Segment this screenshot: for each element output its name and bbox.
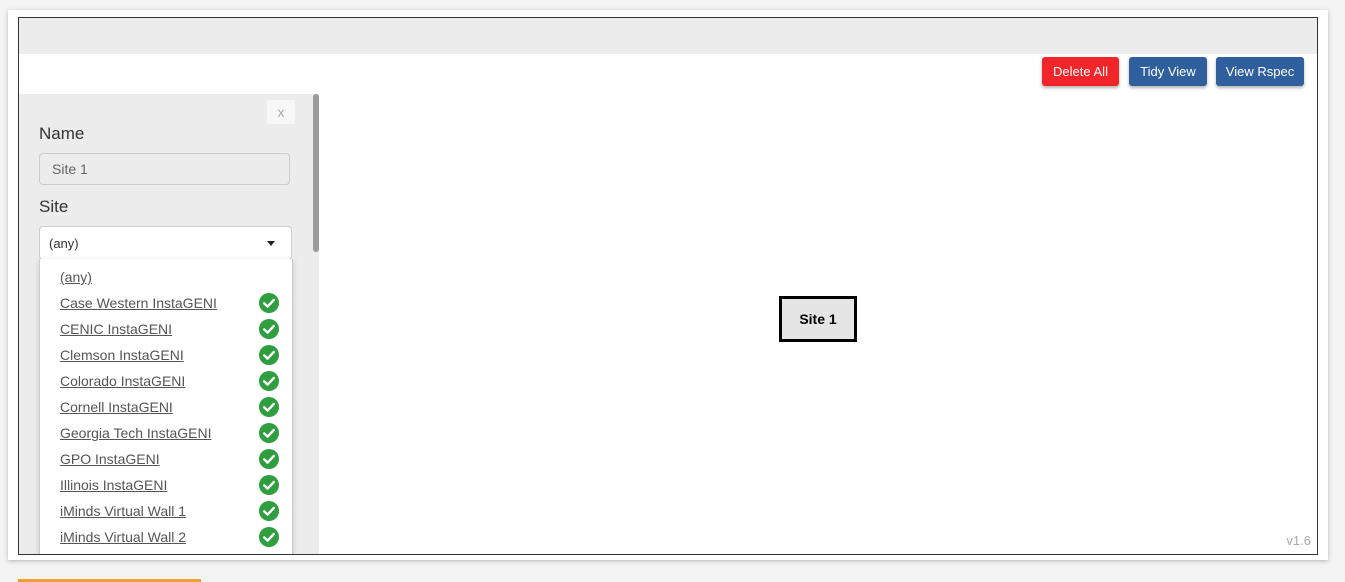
site-option-label[interactable]: Colorado InstaGENI [60,373,185,389]
site-option-label[interactable]: Cornell InstaGENI [60,399,173,415]
site-option[interactable]: iMinds Virtual Wall 1 [40,498,292,524]
check-circle-icon [259,345,279,365]
site-option[interactable]: Illinois InstaGENI [40,472,292,498]
check-circle-icon [259,423,279,443]
site-label: Site [39,197,69,216]
node-properties-panel: x Name Site (any) (any) Case Western Inst… [19,94,319,554]
site-option[interactable]: GPO InstaGENI [40,446,292,472]
site-option[interactable]: iMinds Virtual Wall 2 [40,524,292,550]
check-circle-icon [259,527,279,547]
site-node-label: Site 1 [799,311,837,327]
site-node[interactable]: Site 1 [779,296,857,342]
site-select-value: (any) [49,235,79,251]
site-option[interactable]: CENIC InstaGENI [40,316,292,342]
topology-editor: Delete All Tidy View View Rspec x Name S… [18,17,1318,555]
site-option[interactable]: Case Western InstaGENI [40,290,292,316]
name-label: Name [39,124,85,143]
check-circle-icon [259,449,279,469]
site-option-label[interactable]: Clemson InstaGENI [60,347,184,363]
site-option-label[interactable]: Georgia Tech InstaGENI [60,425,211,441]
topology-canvas[interactable]: Site 1 v1.6 [319,54,1317,554]
site-dropdown-list: (any) Case Western InstaGENI CENIC InstaGE… [39,259,293,554]
check-circle-icon [259,371,279,391]
check-circle-icon [259,475,279,495]
site-option[interactable]: (any) [40,264,292,290]
check-circle-icon [259,397,279,417]
caret-down-icon [267,240,275,246]
close-panel-button[interactable]: x [267,100,295,124]
site-option[interactable]: Cornell InstaGENI [40,394,292,420]
name-field[interactable] [39,153,290,185]
check-circle-icon [259,319,279,339]
site-option-label[interactable]: iMinds Virtual Wall 2 [60,529,186,545]
close-icon: x [277,104,285,120]
site-select[interactable]: (any) [39,226,292,260]
top-strip [19,18,1317,54]
check-circle-icon [259,293,279,313]
site-option[interactable]: Clemson InstaGENI [40,342,292,368]
site-option-label[interactable]: GPO InstaGENI [60,451,160,467]
version-label: v1.6 [1286,533,1311,548]
site-option-label[interactable]: (any) [60,269,92,285]
site-option-label[interactable]: iMinds Virtual Wall 1 [60,503,186,519]
site-option-label[interactable]: CENIC InstaGENI [60,321,172,337]
site-option-label[interactable]: Case Western InstaGENI [60,295,217,311]
check-circle-icon [259,501,279,521]
site-option[interactable]: Colorado InstaGENI [40,368,292,394]
site-option-label[interactable]: Illinois InstaGENI [60,477,167,493]
site-option[interactable]: Georgia Tech InstaGENI [40,420,292,446]
